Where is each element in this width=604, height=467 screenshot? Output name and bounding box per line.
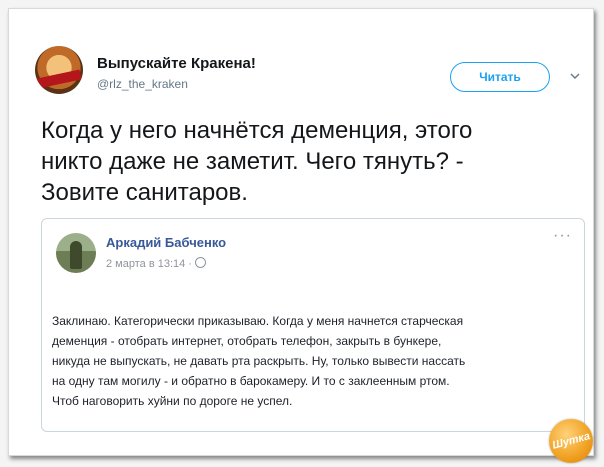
tweet-text: Когда у него начнётся деменция, этого ни… [41,117,473,206]
author-name[interactable]: Выпускайте Кракена! [97,55,256,72]
avatar-ribbon [36,69,82,89]
watermark-logo: Шутка [549,419,593,463]
embedded-avatar[interactable] [56,233,96,273]
embedded-post[interactable]: Аркадий Бабченко 2 марта в 13:14 · ··· З… [41,218,585,432]
more-options-icon[interactable]: ··· [553,228,572,244]
embedded-date-text: 2 марта в 13:14 · [106,258,192,270]
embedded-text: Заклинаю. Категорически приказываю. Когд… [52,314,466,408]
chevron-down-icon[interactable] [570,71,580,81]
avatar-person-shape [70,241,82,269]
avatar[interactable] [35,46,83,94]
watermark-label: Шутка [550,430,592,452]
author-handle[interactable]: @rlz_the_kraken [97,77,188,91]
embedded-date[interactable]: 2 марта в 13:14 · [106,257,206,270]
globe-icon [194,257,206,268]
follow-button[interactable]: Читать [450,62,550,92]
embedded-author-name[interactable]: Аркадий Бабченко [106,235,226,250]
tweet-card: Выпускайте Кракена! @rlz_the_kraken Чита… [8,8,594,463]
